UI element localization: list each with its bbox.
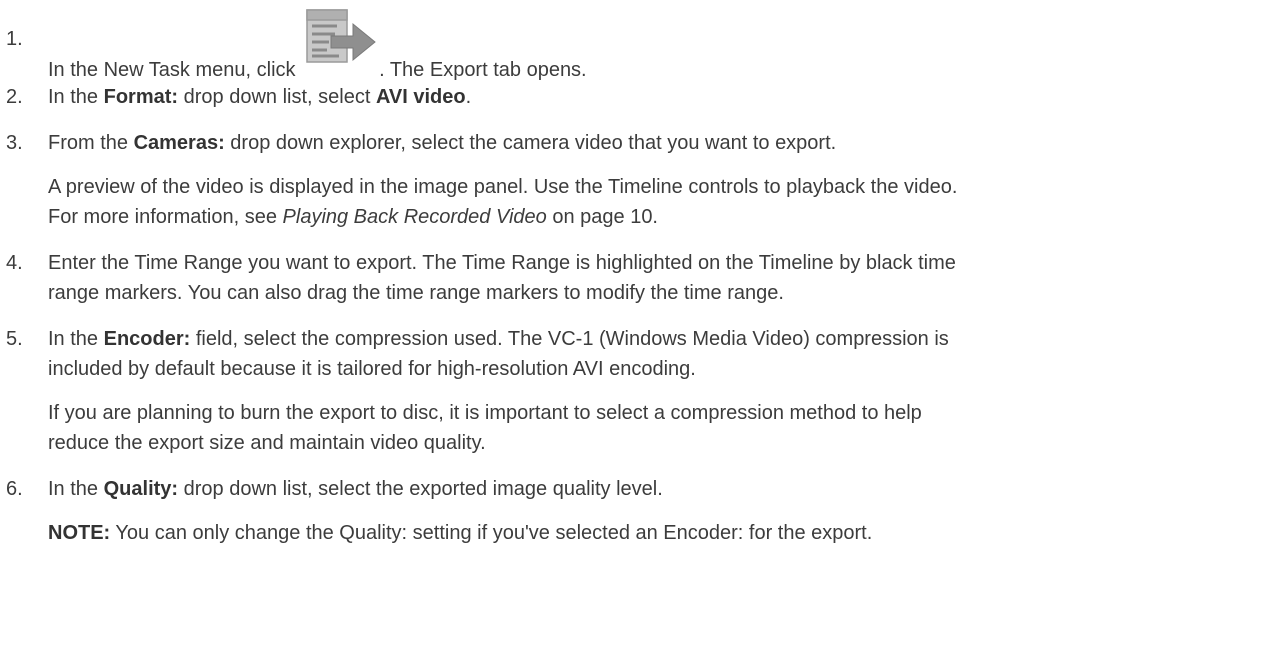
step-text: In the Quality: drop down list, select t… [48, 474, 1254, 504]
text-fragment: drop down explorer, select the camera vi… [224, 132, 837, 154]
step-number: 3. [6, 132, 23, 154]
note-line: NOTE: You can only change the Quality: s… [48, 518, 1254, 548]
step-6-note: NOTE: You can only change the Quality: s… [48, 518, 1254, 548]
document-page: 1. In the New Task menu, click . The Exp… [0, 0, 1272, 668]
step-3: 3. From the Cameras: drop down explorer,… [6, 128, 1256, 158]
text-fragment: drop down list, select the exported imag… [178, 478, 663, 500]
step-1-text-after: . The Export tab opens. [379, 59, 587, 81]
step-1: 1. In the New Task menu, click . The Exp… [6, 6, 1256, 81]
step-1-text-before: In the New Task menu, click [48, 59, 302, 81]
step-6: 6. In the Quality: drop down list, selec… [6, 474, 1256, 504]
step-5: 5. In the Encoder: field, select the com… [6, 324, 1256, 384]
text-fragment: From the [48, 132, 134, 154]
step-text: From the Cameras: drop down explorer, se… [48, 128, 1254, 158]
cross-reference-link[interactable]: Playing Back Recorded Video [283, 206, 547, 228]
text-fragment: field, select the compression used. The … [190, 328, 949, 350]
text-fragment: drop down list, select [178, 86, 376, 108]
step-number: 6. [6, 478, 23, 500]
step-3-note: A preview of the video is displayed in t… [48, 172, 1254, 232]
step-4: 4. Enter the Time Range you want to expo… [6, 248, 1256, 308]
step-text: In the New Task menu, click . The Export… [48, 6, 1254, 81]
ui-term-encoder: Encoder: [103, 328, 191, 350]
note-line: If you are planning to burn the export t… [48, 402, 922, 424]
step-5-note: If you are planning to burn the export t… [48, 398, 1254, 458]
step-number: 4. [6, 252, 23, 274]
step-number: 5. [6, 328, 23, 350]
text-fragment: In the [48, 86, 104, 108]
step-2: 2. In the Format: drop down list, select… [6, 82, 1256, 112]
text-fragment: In the [48, 478, 104, 500]
note-line: For more information, see Playing Back R… [48, 202, 1254, 232]
text-fragment: In the [48, 328, 104, 350]
step-text: Enter the Time Range you want to export.… [48, 248, 1254, 308]
note-line: reduce the export size and maintain vide… [48, 432, 486, 454]
text-fragment: For more information, see [48, 206, 283, 228]
step-line: Enter the Time Range you want to export.… [48, 252, 956, 274]
text-fragment: You can only change the Quality: setting… [110, 522, 873, 544]
text-fragment: on page 10. [546, 206, 658, 228]
ui-term-format: Format: [103, 86, 179, 108]
step-text: In the Encoder: field, select the compre… [48, 324, 1254, 384]
ui-term-avi-video: AVI video [375, 86, 466, 108]
step-number: 2. [6, 86, 23, 108]
step-text: In the Format: drop down list, select AV… [48, 82, 1254, 112]
step-line: included by default because it is tailor… [48, 358, 696, 380]
step-number: 1. [6, 28, 23, 50]
note-line: A preview of the video is displayed in t… [48, 176, 958, 198]
export-task-icon [305, 6, 377, 70]
note-label: NOTE: [48, 522, 111, 544]
ui-term-cameras: Cameras: [133, 132, 225, 154]
text-fragment: . [465, 86, 472, 108]
step-line: range markers. You can also drag the tim… [48, 282, 784, 304]
step-line: In the Encoder: field, select the compre… [48, 324, 1254, 354]
ui-term-quality: Quality: [103, 478, 179, 500]
